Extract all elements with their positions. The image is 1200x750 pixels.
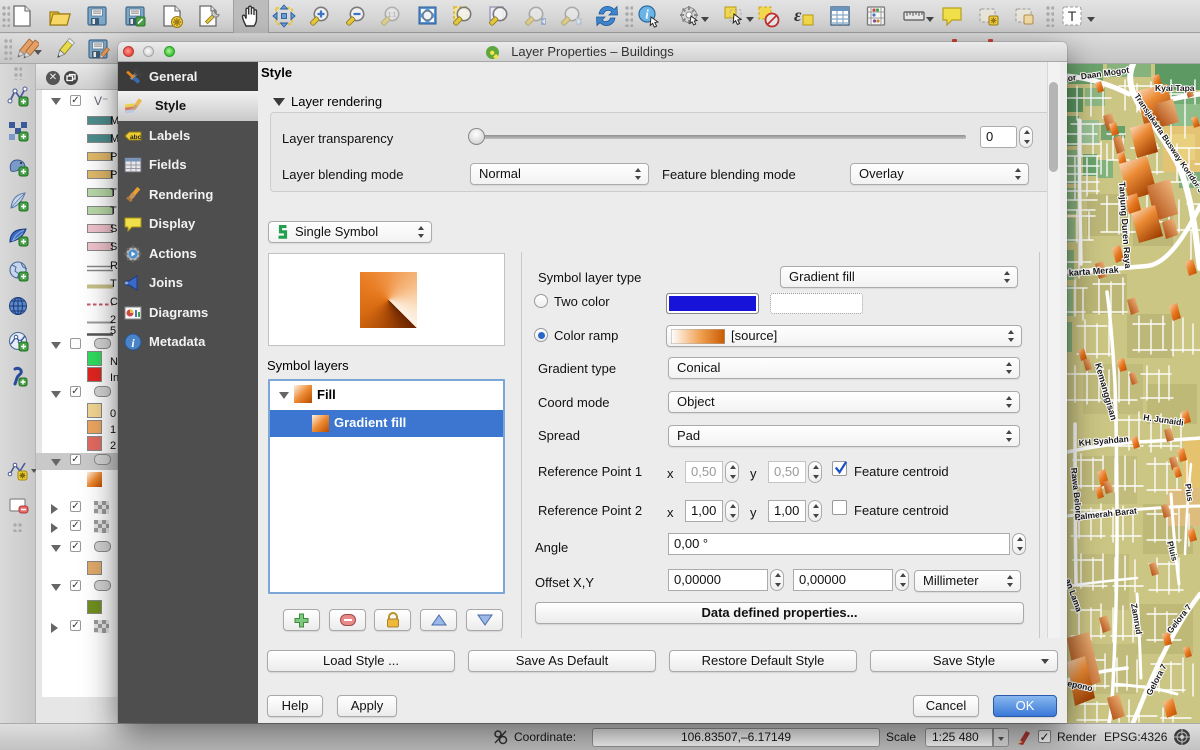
svg-text:Kyai Tapa: Kyai Tapa <box>1155 83 1195 93</box>
svg-text:1:1: 1:1 <box>388 13 397 19</box>
svg-text:i: i <box>645 7 649 22</box>
svg-text:T: T <box>1068 8 1077 24</box>
svg-text:ε: ε <box>794 5 802 25</box>
svg-text:abc: abc <box>130 134 142 141</box>
